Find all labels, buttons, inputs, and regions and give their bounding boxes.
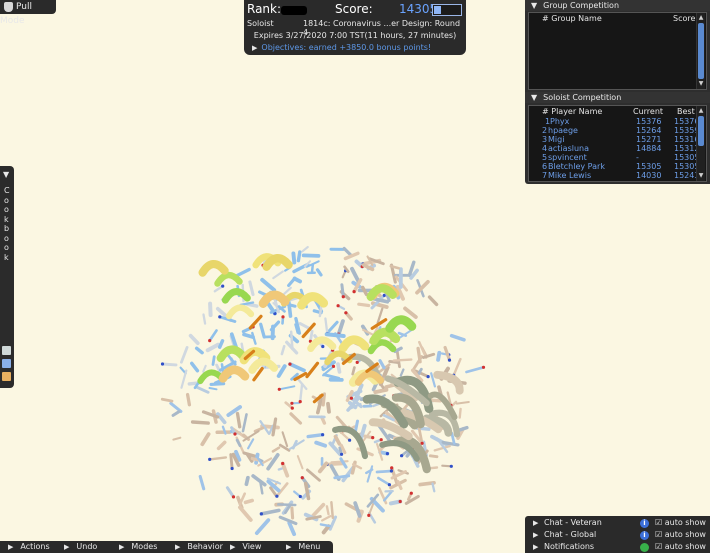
info-icon[interactable]: i: [640, 531, 649, 540]
script-tool-icon[interactable]: [2, 359, 11, 368]
rank-value-redacted: [281, 6, 307, 15]
expand-triangle-icon: ▶: [230, 543, 236, 551]
chat-global-row[interactable]: ▶ Chat - Global i ☑ auto show: [525, 529, 710, 541]
notes-tool-icon[interactable]: [2, 372, 11, 381]
player-rank: 6: [542, 162, 548, 171]
scroll-thumb[interactable]: [698, 116, 704, 146]
recipe-tool-icon[interactable]: [2, 346, 11, 355]
expand-triangle-icon: ▶: [533, 519, 539, 527]
group-name-column-header: # Group Name: [542, 14, 602, 23]
player-row[interactable]: 1 Phyx 15376 15376: [529, 117, 699, 126]
notification-status-icon[interactable]: [640, 543, 649, 552]
player-current-score: 14884: [636, 144, 662, 153]
auto-show-checkbox[interactable]: ☑ auto show: [655, 529, 706, 541]
chat-global-label: Chat - Global: [544, 530, 597, 539]
score-label: Score:: [335, 2, 373, 16]
expand-triangle-icon: ▶: [286, 543, 292, 551]
cookbook-panel[interactable]: ▼ Cookbook: [0, 166, 14, 388]
mode-label: Soloist: [247, 19, 274, 28]
expand-triangle-icon: ▶: [533, 543, 539, 551]
group-competition-title: Group Competition: [543, 1, 620, 10]
score-panel: Rank: Score: 14305 Soloist 1814c: Corona…: [244, 0, 466, 55]
player-name: Phyx: [550, 117, 570, 126]
scroll-up-icon[interactable]: ▲: [697, 108, 705, 114]
player-row[interactable]: 2 hpaege 15264 15359: [529, 126, 699, 135]
player-current-score: 14030: [636, 171, 662, 180]
group-score-column-header: Score: [673, 14, 696, 23]
player-name: hpaege: [548, 126, 578, 135]
bottom-toolbar: ▶ Actions ▶ Undo ▶ Modes ▶ Behavior ▶ View ▶ M…: [0, 541, 333, 553]
soloist-competition-header[interactable]: ▼ Soloist Competition: [525, 92, 710, 103]
chat-veteran-label: Chat - Veteran: [544, 518, 602, 527]
expand-triangle-icon: ▶: [8, 543, 14, 551]
player-current-score: 15264: [636, 126, 662, 135]
scroll-up-icon[interactable]: ▲: [697, 15, 705, 21]
scroll-thumb[interactable]: [698, 23, 704, 79]
player-name: Mike Lewis: [548, 171, 592, 180]
expand-triangle-icon: ▶: [175, 543, 181, 551]
player-rank: 5: [542, 153, 548, 162]
protein-model: [160, 245, 486, 537]
notifications-row[interactable]: ▶ Notifications ☑ auto show: [525, 541, 710, 553]
cookbook-label: Cookbook: [4, 186, 10, 262]
player-rank: 2: [542, 126, 548, 135]
competition-panel: ▼ Group Competition # Group Name Score ▲ …: [525, 0, 710, 184]
player-row[interactable]: 5 spvincent -15305: [529, 153, 699, 162]
player-current-score: 15271: [636, 135, 662, 144]
player-row[interactable]: 7 Mike Lewis 14030 15243: [529, 171, 699, 180]
group-competition-header[interactable]: ▼ Group Competition: [525, 0, 710, 11]
current-column-header: Current: [633, 107, 664, 116]
collapse-triangle-icon: ▼: [531, 1, 538, 10]
scroll-down-icon[interactable]: ▼: [697, 81, 705, 87]
expand-triangle-icon: ▶: [119, 543, 125, 551]
expand-triangle-icon: ▶: [64, 543, 70, 551]
player-current-score: 15376: [636, 117, 662, 126]
chat-panel: ▶ Chat - Veteran i ☑ auto show ▶ Chat - …: [525, 516, 710, 553]
player-current-score: 15305: [636, 162, 662, 171]
scroll-down-icon[interactable]: ▼: [697, 173, 705, 179]
actions-menu[interactable]: ▶ Actions: [8, 541, 50, 553]
notifications-label: Notifications: [544, 542, 595, 551]
view-menu[interactable]: ▶ View: [230, 541, 261, 553]
player-name: actiasluna: [548, 144, 589, 153]
modes-menu[interactable]: ▶ Modes: [119, 541, 157, 553]
objectives-toggle[interactable]: ▶ Objectives: earned +3850.0 bonus points…: [252, 43, 431, 52]
rank-label: Rank:: [247, 2, 282, 16]
auto-show-checkbox[interactable]: ☑ auto show: [655, 517, 706, 529]
player-row[interactable]: 6 Bletchley Park 15305 15305: [529, 162, 699, 171]
group-list-scrollbar[interactable]: ▲ ▼: [696, 13, 705, 89]
soloist-list-scrollbar[interactable]: ▲ ▼: [696, 106, 705, 181]
info-icon[interactable]: i: [640, 519, 649, 528]
soloist-competition-list[interactable]: # Player Name Current Best 1 Phyx 15376 153…: [528, 105, 707, 182]
chat-veteran-row[interactable]: ▶ Chat - Veteran i ☑ auto show: [525, 517, 710, 529]
score-progress-fill: [434, 6, 441, 14]
auto-show-checkbox[interactable]: ☑ auto show: [655, 541, 706, 553]
pull-mode-button[interactable]: Pull Mode: [0, 0, 56, 26]
player-rank: 3: [542, 135, 548, 144]
player-rank: 4: [542, 144, 548, 153]
player-rank: 7: [542, 171, 548, 180]
behavior-menu[interactable]: ▶ Behavior: [175, 541, 223, 553]
player-name: Migi: [548, 135, 565, 144]
player-name: spvincent: [548, 153, 587, 162]
expand-triangle-icon: ▶: [252, 44, 258, 52]
hand-icon: [4, 2, 13, 12]
expand-triangle-icon: ▶: [533, 531, 539, 539]
collapse-triangle-icon: ▼: [3, 170, 10, 179]
expires-text: Expires 3/27/2020 7:00 TST(11 hours, 27 …: [253, 31, 457, 40]
undo-menu[interactable]: ▶ Undo: [64, 541, 97, 553]
main-menu[interactable]: ▶ Menu: [286, 541, 320, 553]
player-row[interactable]: 3 Migi 15271 15316: [529, 135, 699, 144]
objectives-text: Objectives: earned +3850.0 bonus points!: [261, 43, 432, 52]
player-row[interactable]: 4 actiasluna 14884 15312: [529, 144, 699, 153]
player-name-column-header: # Player Name: [542, 107, 603, 116]
soloist-competition-title: Soloist Competition: [543, 93, 622, 102]
player-name: Bletchley Park: [548, 162, 605, 171]
collapse-triangle-icon: ▼: [531, 93, 538, 102]
best-column-header: Best: [677, 107, 695, 116]
score-progress-bar: [432, 4, 462, 16]
player-current-score: -: [636, 153, 639, 162]
group-competition-list[interactable]: # Group Name Score ▲ ▼: [528, 12, 707, 90]
